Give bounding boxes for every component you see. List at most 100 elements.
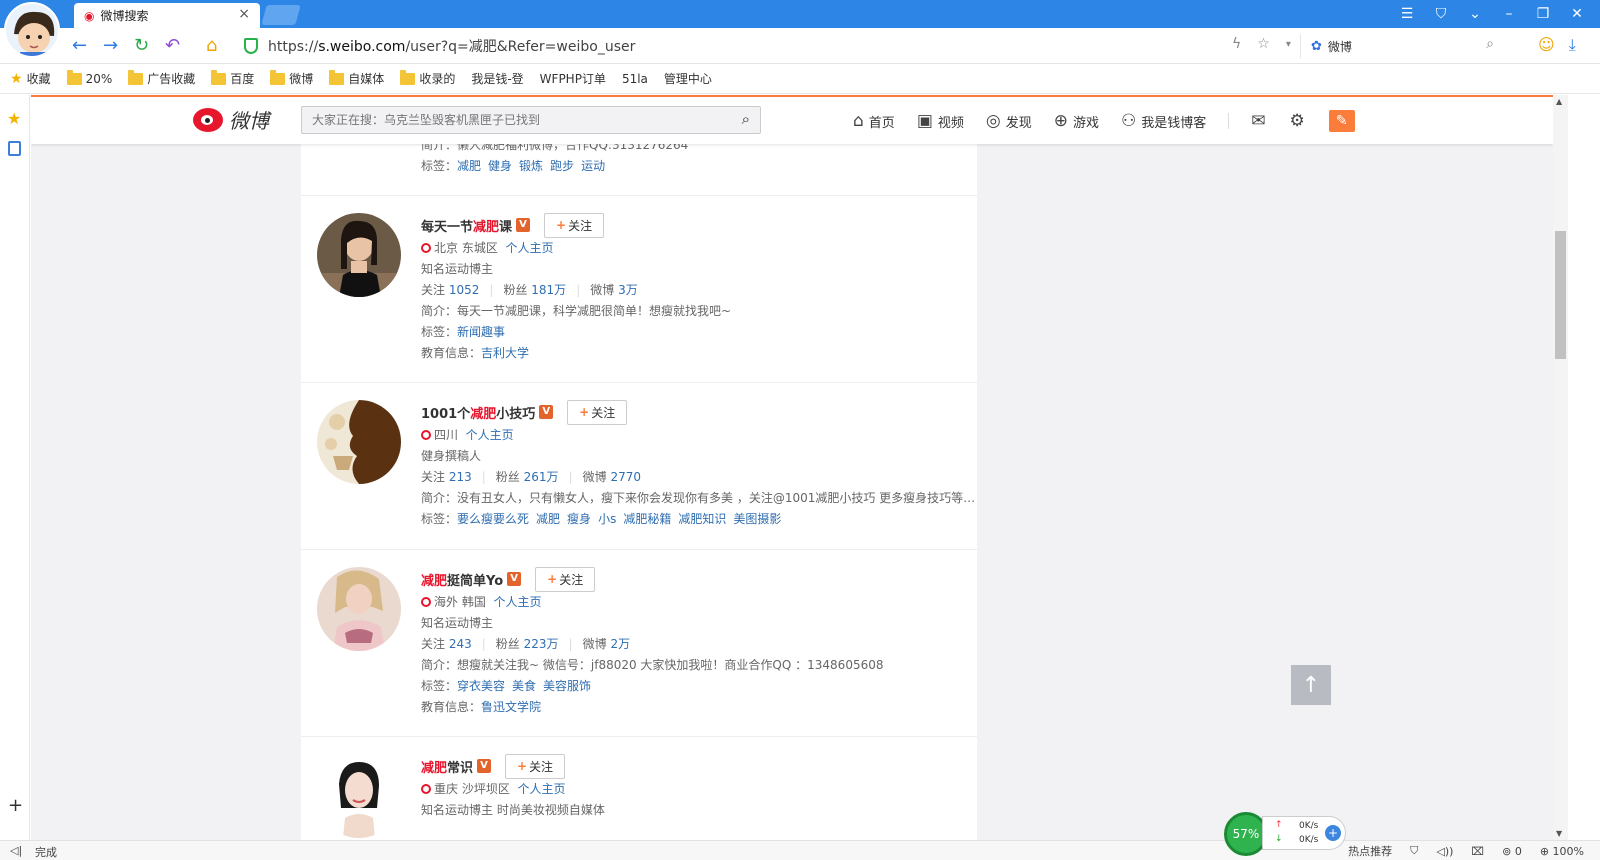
bookmark-item[interactable]: 微博 (270, 69, 313, 87)
screenshot-icon[interactable]: ⌧ (1471, 845, 1484, 858)
nav-discover[interactable]: ◎ 发现 (986, 111, 1032, 131)
tab-close-icon[interactable]: × (238, 6, 250, 22)
net-add-icon[interactable]: + (1325, 825, 1341, 841)
fans-count[interactable]: 181万 (531, 283, 566, 297)
following-count[interactable]: 213 (449, 470, 472, 484)
compose-edit-icon[interactable]: ✎ (1328, 110, 1355, 132)
back-arrow-icon[interactable]: ← (72, 35, 87, 56)
minimize-icon[interactable]: – (1492, 6, 1526, 22)
tag-link[interactable]: 减肥 (536, 512, 560, 526)
weibo-search-icon[interactable]: ⌕ (742, 110, 750, 128)
tag-link[interactable]: 健身 (488, 159, 512, 173)
sidepanel-favorites-icon[interactable]: ★ (7, 109, 21, 128)
nav-home[interactable]: ⌂ 首页 (853, 111, 895, 131)
tag-link[interactable]: 跑步 (550, 159, 574, 173)
network-monitor-widget[interactable]: 57% ↑ 0K/s ↓ 0K/s + (1224, 810, 1352, 856)
tag-link[interactable]: 美食 (512, 679, 536, 693)
bookmark-item[interactable]: 我是钱-登 (31, 70, 524, 172)
nav-video[interactable]: ▣ 视频 (917, 111, 964, 131)
fans-count[interactable]: 223万 (524, 637, 559, 651)
education-link[interactable]: 吉利大学 (481, 346, 529, 360)
tag-link[interactable]: 运动 (581, 159, 605, 173)
tag-link[interactable]: 减肥知识 (678, 512, 726, 526)
toggle-sidebar-icon[interactable]: ◁| (10, 844, 22, 857)
refresh-icon[interactable]: ↻ (134, 35, 149, 56)
security-check-icon[interactable]: ⛉ (1410, 844, 1418, 858)
bookmark-item[interactable]: 百度 (211, 69, 254, 87)
follow-button[interactable]: + 关注 (567, 399, 628, 425)
tag-link[interactable]: 美容服饰 (543, 679, 591, 693)
weibo-search-box[interactable]: ⌕ (301, 106, 761, 134)
bookmark-item[interactable]: WFPHP订单 (31, 70, 606, 172)
homepage-link[interactable]: 个人主页 (505, 241, 553, 255)
homepage-link[interactable]: 个人主页 (493, 595, 541, 609)
user-avatar[interactable] (317, 567, 401, 651)
user-name[interactable]: 每天一节减肥课 (421, 216, 512, 235)
nav-profile[interactable]: ⚇ 我是钱博客 (1121, 111, 1206, 131)
tag-link[interactable]: 要么瘦要么死 (457, 512, 529, 526)
tag-link[interactable]: 新闻趣事 (457, 325, 505, 339)
education-link[interactable]: 鲁迅文学院 (481, 700, 541, 714)
bookmark-item[interactable]: 20% (66, 69, 112, 86)
nav-game[interactable]: ⊕ 游戏 (1054, 111, 1099, 131)
weibo-count[interactable]: 3万 (618, 283, 638, 297)
address-url[interactable]: https://s.weibo.com/user?q=减肥&Refer=weib… (268, 36, 635, 56)
following-count[interactable]: 243 (449, 637, 472, 651)
follow-button[interactable]: + 关注 (544, 212, 605, 238)
close-window-icon[interactable]: ✕ (1560, 6, 1594, 22)
tag-link[interactable]: 锻炼 (519, 159, 543, 173)
bookmark-item[interactable]: 收录的 (400, 69, 455, 87)
undo-close-icon[interactable]: ↶ (165, 35, 180, 56)
download-icon[interactable]: ⤓ (1569, 35, 1576, 55)
bookmark-item[interactable]: 管理中心 (31, 70, 712, 172)
tag-link[interactable]: 美图摄影 (733, 512, 781, 526)
tag-link[interactable]: 瘦身 (567, 512, 591, 526)
user-name[interactable]: 1001个减肥小技巧 (421, 403, 535, 422)
follow-button[interactable]: + 关注 (505, 753, 566, 779)
tag-link[interactable]: 减肥秘籍 (623, 512, 671, 526)
user-name[interactable]: 减肥常识 (421, 757, 473, 776)
weibo-count[interactable]: 2770 (610, 470, 641, 484)
tag-link[interactable]: 减肥 (457, 159, 481, 173)
zoom-level[interactable]: ⊕ 100% (1540, 845, 1584, 858)
scrollbar-thumb[interactable] (1555, 231, 1566, 359)
address-dropdown-icon[interactable]: ▾ (1286, 39, 1291, 50)
browser-logo-avatar[interactable] (4, 2, 60, 58)
forward-arrow-icon[interactable]: → (103, 35, 118, 56)
back-to-top-button[interactable]: ↑ (1291, 665, 1331, 705)
settings-gear-icon[interactable]: ⚙ (1290, 111, 1305, 131)
sidepanel-add-icon[interactable]: + (8, 795, 23, 816)
downloads-counter[interactable]: ⊚ 0 (1502, 845, 1522, 858)
bookmark-item[interactable]: 广告收藏 (128, 69, 195, 87)
scroll-down-arrow-icon[interactable]: ▼ (1556, 829, 1562, 838)
search-icon[interactable]: ⌕ (1486, 36, 1494, 52)
weibo-count[interactable]: 2万 (610, 637, 630, 651)
message-mail-icon[interactable]: ✉ (1251, 111, 1265, 131)
user-avatar[interactable] (317, 213, 401, 297)
following-count[interactable]: 1052 (449, 283, 480, 297)
weibo-logo[interactable]: 微博 (193, 105, 269, 134)
lightning-icon[interactable]: ϟ (1232, 36, 1241, 52)
user-name[interactable]: 减肥挺简单Yo (421, 570, 503, 589)
homepage-link[interactable]: 个人主页 (517, 782, 565, 796)
follow-button[interactable]: + 关注 (535, 566, 596, 592)
bookmark-item[interactable]: 51la (31, 72, 648, 172)
sidepanel-reader-icon[interactable] (8, 141, 21, 156)
favorite-star-icon[interactable]: ☆ (1257, 36, 1270, 52)
search-engine-box[interactable]: ✿ 微博 ⌕ (1300, 34, 1500, 58)
menu-icon[interactable]: ☰ (1390, 6, 1424, 22)
homepage-link[interactable]: 个人主页 (466, 428, 514, 442)
skin-icon[interactable]: ⛉ (1424, 6, 1458, 22)
bookmark-item[interactable]: ★ 收藏 (10, 70, 51, 87)
vertical-scrollbar[interactable]: ▲ ▼ (1553, 95, 1568, 840)
new-tab-button[interactable] (261, 5, 301, 25)
fans-count[interactable]: 261万 (524, 470, 559, 484)
address-bar[interactable]: https://s.weibo.com/user?q=减肥&Refer=weib… (244, 32, 1284, 60)
bookmark-item[interactable]: 自媒体 (329, 69, 384, 87)
tab-weibo-search[interactable]: ◉ 微博搜索 × (74, 3, 260, 28)
sound-icon[interactable]: ◁)) (1436, 845, 1453, 858)
hot-recommend[interactable]: 热点推荐 (1348, 843, 1392, 859)
tag-link[interactable]: 小s (598, 512, 616, 526)
home-icon[interactable]: ⌂ (206, 35, 217, 56)
scroll-up-arrow-icon[interactable]: ▲ (1556, 97, 1562, 106)
